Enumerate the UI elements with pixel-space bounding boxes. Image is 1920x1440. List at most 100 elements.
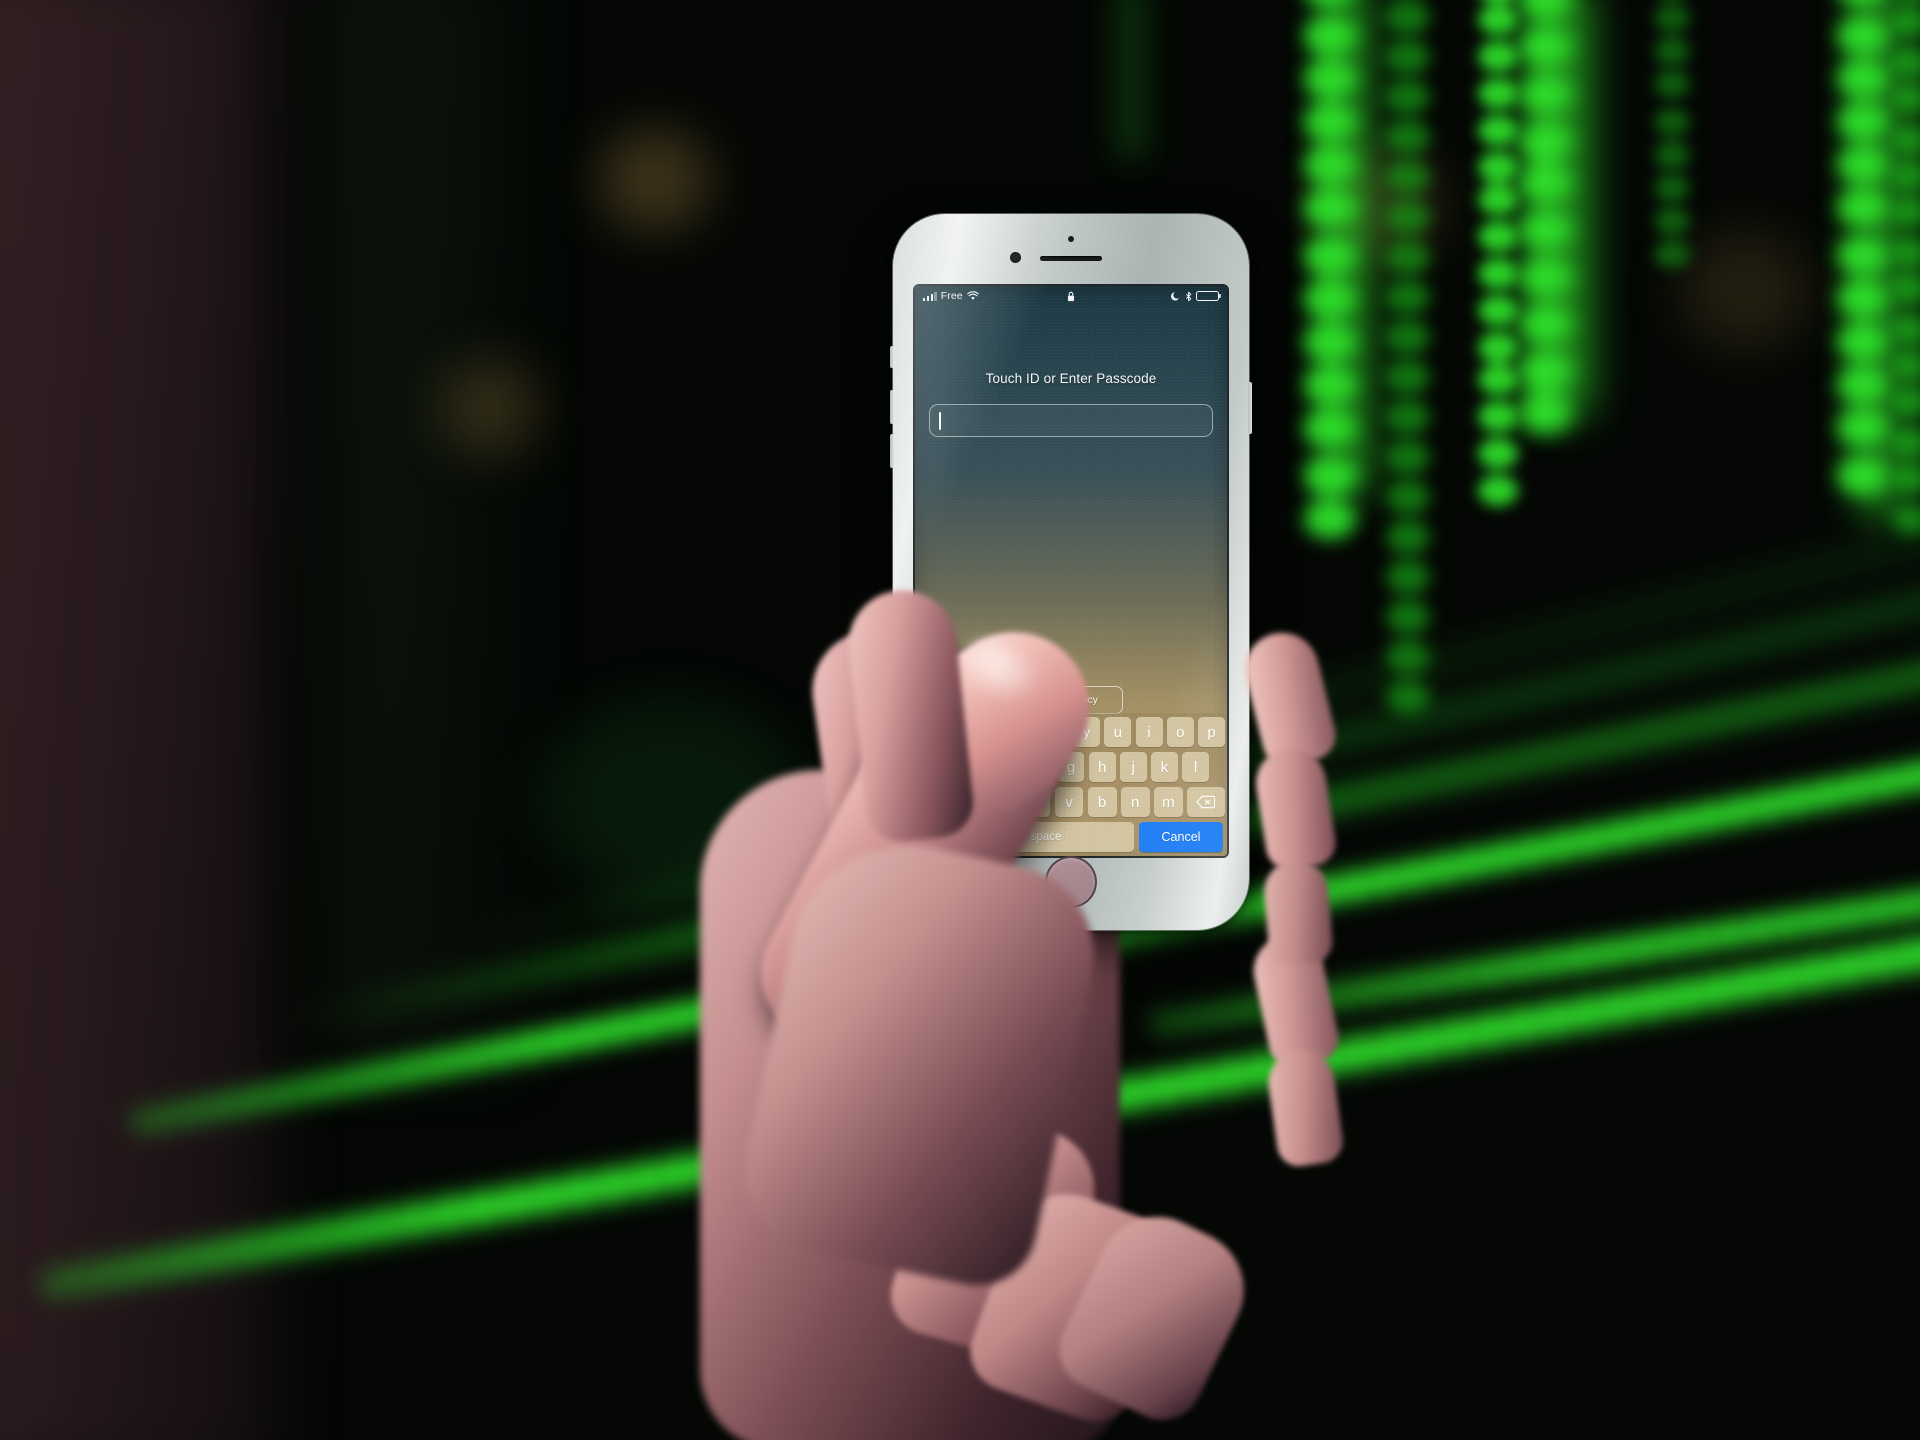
key-i[interactable]: i <box>1135 717 1163 747</box>
fingertip-right-lower <box>1264 1045 1346 1170</box>
led-dot <box>1386 80 1430 115</box>
led-dot <box>1654 141 1690 169</box>
led-column <box>1386 0 1430 720</box>
led-dot <box>1478 295 1518 326</box>
led-dot <box>1386 400 1430 435</box>
led-dot <box>1478 4 1518 35</box>
backspace-icon[interactable] <box>1186 787 1225 817</box>
led-dot <box>1478 438 1518 469</box>
led-dot <box>1478 78 1518 109</box>
keyboard-row-4: 123 space Cancel <box>917 822 1225 852</box>
key-n[interactable]: n <box>1120 787 1150 817</box>
led-dot <box>1478 152 1518 183</box>
key-u[interactable]: u <box>1104 717 1132 747</box>
key-l[interactable]: l <box>1182 752 1209 782</box>
key-c[interactable]: c <box>1021 787 1051 817</box>
led-dot <box>1386 600 1430 635</box>
led-dot <box>1386 40 1430 75</box>
passcode-input[interactable] <box>929 404 1213 437</box>
key-m[interactable]: m <box>1153 787 1183 817</box>
keyboard-row-2: a s d f g h j k l <box>917 752 1225 782</box>
background-blob-amber-2 <box>440 360 540 455</box>
led-dot <box>1478 221 1518 252</box>
emergency-button[interactable]: Emergency <box>1018 686 1124 714</box>
key-h[interactable]: h <box>1088 752 1116 782</box>
led-dot <box>1386 120 1430 155</box>
key-d[interactable]: d <box>995 752 1023 782</box>
status-bar-right <box>1171 290 1219 302</box>
key-b[interactable]: b <box>1087 787 1117 817</box>
key-k[interactable]: k <box>1150 752 1178 782</box>
key-s[interactable]: s <box>964 752 992 782</box>
led-dot <box>1386 520 1430 555</box>
led-dot <box>1386 480 1430 515</box>
key-p[interactable]: p <box>1197 717 1225 747</box>
key-e[interactable]: e <box>979 717 1007 747</box>
led-dot <box>1386 440 1430 475</box>
home-button[interactable] <box>1045 856 1097 908</box>
led-dot <box>1478 258 1518 289</box>
key-z[interactable]: z <box>955 787 985 817</box>
cancel-button[interactable]: Cancel <box>1139 822 1223 852</box>
battery-icon <box>1196 290 1219 302</box>
led-dot <box>1478 364 1518 395</box>
lock-icon <box>1067 291 1076 302</box>
led-column <box>1478 0 1518 506</box>
keyboard-row-3: z x c v b n m <box>917 787 1225 817</box>
key-x[interactable]: x <box>988 787 1018 817</box>
led-dot <box>1654 174 1690 202</box>
fingertip-right-upper <box>1247 929 1343 1071</box>
keyboard-row-1: q w e r t y u i o p <box>917 717 1225 747</box>
led-dot <box>1478 0 1518 3</box>
proximity-sensor <box>1068 236 1074 242</box>
shift-key[interactable] <box>917 787 952 817</box>
led-dot <box>1654 108 1690 136</box>
led-dot <box>1386 560 1430 595</box>
led-dot <box>1654 37 1690 65</box>
backspace-glyph <box>1196 795 1216 809</box>
wifi-icon <box>966 291 979 301</box>
space-key[interactable]: space <box>958 822 1134 852</box>
status-bar: Free <box>915 286 1227 306</box>
background-blob-amber-4 <box>1680 230 1810 350</box>
key-w[interactable]: w <box>948 717 976 747</box>
led-bar <box>1540 0 1592 420</box>
led-dot <box>1386 280 1430 315</box>
front-camera <box>1010 252 1021 263</box>
led-dot <box>1386 0 1430 35</box>
led-dot <box>1478 41 1518 72</box>
led-dot <box>1386 200 1430 235</box>
key-o[interactable]: o <box>1166 717 1194 747</box>
volume-up-button[interactable] <box>890 390 894 424</box>
key-v[interactable]: v <box>1054 787 1084 817</box>
led-dot <box>1478 401 1518 432</box>
status-bar-left: Free <box>923 290 979 302</box>
key-y[interactable]: y <box>1073 717 1101 747</box>
phone-device: Free Touch ID or Enter Passcode Emergenc… <box>890 214 1252 930</box>
key-f[interactable]: f <box>1026 752 1054 782</box>
key-q[interactable]: q <box>917 717 945 747</box>
key-a[interactable]: a <box>933 752 960 782</box>
volume-down-button[interactable] <box>890 434 894 468</box>
led-bar <box>1856 0 1904 520</box>
led-dot <box>1386 240 1430 275</box>
status-bar-center <box>1067 291 1076 302</box>
led-dot <box>1654 4 1690 32</box>
led-bar <box>1118 0 1144 160</box>
phone-screen: Free Touch ID or Enter Passcode Emergenc… <box>915 286 1227 856</box>
led-dot <box>1654 207 1690 235</box>
power-button[interactable] <box>1248 382 1252 434</box>
bluetooth-icon <box>1185 291 1192 302</box>
key-r[interactable]: r <box>1010 717 1038 747</box>
led-dot <box>1478 475 1518 506</box>
key-g[interactable]: g <box>1057 752 1085 782</box>
led-bar <box>1326 0 1372 500</box>
led-dot <box>1386 160 1430 195</box>
numeric-key[interactable]: 123 <box>919 822 953 852</box>
lock-screen-title: Touch ID or Enter Passcode <box>985 371 1157 386</box>
key-j[interactable]: j <box>1119 752 1147 782</box>
led-dot <box>1478 184 1518 215</box>
led-column <box>1654 0 1690 270</box>
ring-silent-switch[interactable] <box>890 346 894 368</box>
key-t[interactable]: t <box>1041 717 1069 747</box>
